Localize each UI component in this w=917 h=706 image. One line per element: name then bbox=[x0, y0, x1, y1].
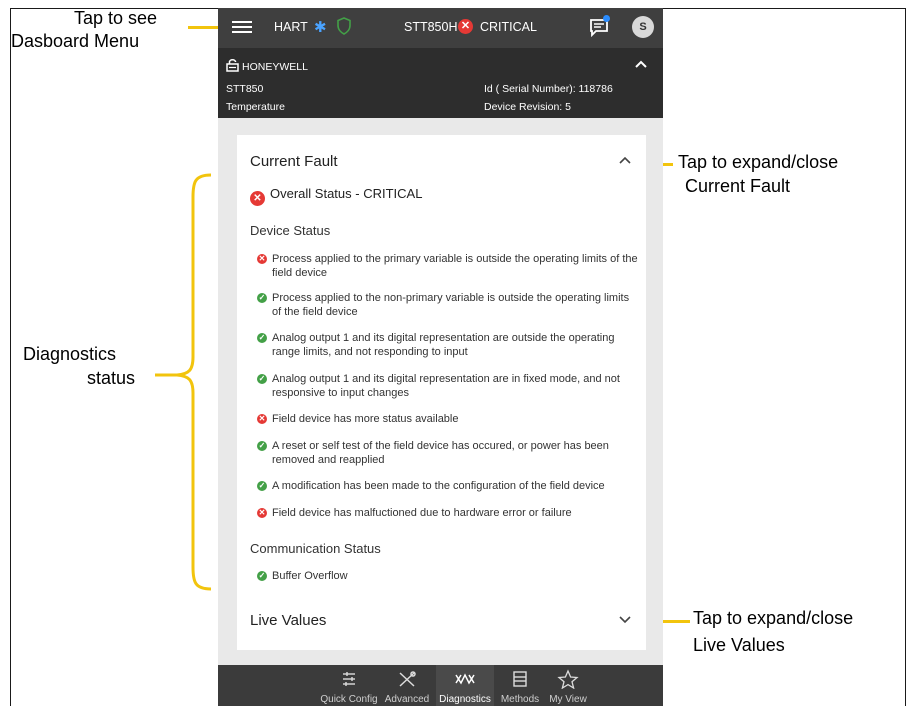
error-icon: ✕ bbox=[257, 414, 267, 424]
status-text: Field device has more status available bbox=[272, 413, 459, 425]
status-text: A reset or self test of the field device… bbox=[272, 440, 609, 466]
user-avatar[interactable]: S bbox=[632, 16, 654, 38]
status-text: Buffer Overflow bbox=[272, 570, 348, 582]
bluetooth-icon: ✱ bbox=[314, 19, 327, 36]
annotation-menu-line1: Tap to see bbox=[74, 8, 158, 28]
methods-icon bbox=[513, 671, 527, 687]
device-model: STT850 bbox=[226, 83, 264, 95]
error-icon: ✕ bbox=[257, 254, 267, 264]
check-icon: ✓ bbox=[257, 481, 267, 491]
status-text: Process applied to the primary variable … bbox=[272, 253, 638, 279]
diagnostics-icon bbox=[455, 673, 475, 685]
device-status-text: CRITICAL bbox=[480, 20, 537, 34]
device-serial: Id ( Serial Number): 118786 bbox=[484, 83, 613, 95]
protocol-label: HART bbox=[274, 20, 308, 34]
nav-quick-config[interactable]: Quick Config bbox=[313, 665, 385, 706]
annotation-live-line2: Live Values bbox=[693, 635, 785, 655]
annotation-fault-line1: Tap to expand/close bbox=[678, 152, 839, 172]
check-icon: ✓ bbox=[257, 293, 267, 303]
nav-my-view[interactable]: My View bbox=[545, 665, 591, 706]
overall-status: ✕ Overall Status - CRITICAL bbox=[250, 186, 422, 206]
status-text: Analog output 1 and its digital represen… bbox=[272, 373, 620, 399]
lock-open-icon bbox=[226, 59, 239, 72]
error-icon: ✕ bbox=[257, 508, 267, 518]
expand-live-values-icon[interactable] bbox=[618, 615, 632, 625]
device-info-panel: HONEYWELL STT850 Temperature Id ( Serial… bbox=[218, 48, 663, 118]
nav-label: Methods bbox=[500, 694, 540, 705]
collapse-current-fault-icon[interactable] bbox=[618, 155, 632, 165]
annotation-menu-line2: Dasboard Menu bbox=[11, 31, 140, 51]
device-revision: Device Revision: 5 bbox=[484, 101, 571, 113]
nav-label: Quick Config bbox=[320, 694, 378, 705]
communication-status-title: Communication Status bbox=[250, 541, 381, 556]
error-icon: ✕ bbox=[250, 191, 265, 206]
annotation-diag-brace bbox=[155, 173, 212, 591]
annotation-live-line1: Tap to expand/close bbox=[693, 608, 854, 628]
device-status-title: Device Status bbox=[250, 223, 331, 238]
check-icon: ✓ bbox=[257, 441, 267, 451]
nav-label: Diagnostics bbox=[439, 694, 491, 705]
live-values-title[interactable]: Live Values bbox=[250, 612, 326, 629]
annotation-diag-line1: Diagnostics bbox=[23, 344, 117, 364]
annotation-diag-line2: status bbox=[87, 368, 136, 388]
bottom-navigation: Quick Config Advanced Diagnostics Method… bbox=[218, 665, 663, 706]
overall-status-text: Overall Status - CRITICAL bbox=[270, 186, 423, 201]
status-text: Process applied to the non-primary varia… bbox=[272, 292, 630, 318]
critical-status-icon: ✕ bbox=[458, 19, 473, 34]
current-fault-title[interactable]: Current Fault bbox=[250, 153, 338, 170]
status-text: Analog output 1 and its digital represen… bbox=[272, 332, 615, 358]
diagnostics-card: Current Fault ✕ Overall Status - CRITICAL… bbox=[237, 135, 646, 650]
nav-label: My View bbox=[549, 694, 587, 705]
check-icon: ✓ bbox=[257, 571, 267, 581]
status-text: Field device has malfuctioned due to har… bbox=[272, 507, 572, 519]
top-bar: HART ✱ STT850H ✕ CRITICAL S bbox=[218, 8, 663, 48]
hamburger-menu-icon[interactable] bbox=[232, 18, 252, 38]
tools-icon bbox=[399, 671, 416, 687]
collapse-chevron-icon[interactable] bbox=[634, 58, 648, 70]
shield-icon bbox=[337, 17, 351, 35]
device-variable: Temperature bbox=[226, 101, 285, 113]
sliders-icon bbox=[343, 672, 355, 686]
notification-badge bbox=[603, 15, 610, 22]
check-icon: ✓ bbox=[257, 333, 267, 343]
device-brand: HONEYWELL bbox=[242, 61, 308, 73]
nav-label: Advanced bbox=[384, 694, 430, 705]
nav-diagnostics[interactable]: Diagnostics bbox=[436, 665, 494, 706]
check-icon: ✓ bbox=[257, 374, 267, 384]
annotation-fault-line2: Current Fault bbox=[685, 176, 791, 196]
nav-methods[interactable]: Methods bbox=[495, 665, 545, 706]
app-screen: HART ✱ STT850H ✕ CRITICAL S HONEYWELL ST… bbox=[218, 8, 663, 706]
device-tag: STT850H bbox=[404, 20, 458, 34]
nav-advanced[interactable]: Advanced bbox=[380, 665, 434, 706]
star-icon bbox=[557, 669, 579, 689]
status-text: A modification has been made to the conf… bbox=[272, 480, 605, 492]
